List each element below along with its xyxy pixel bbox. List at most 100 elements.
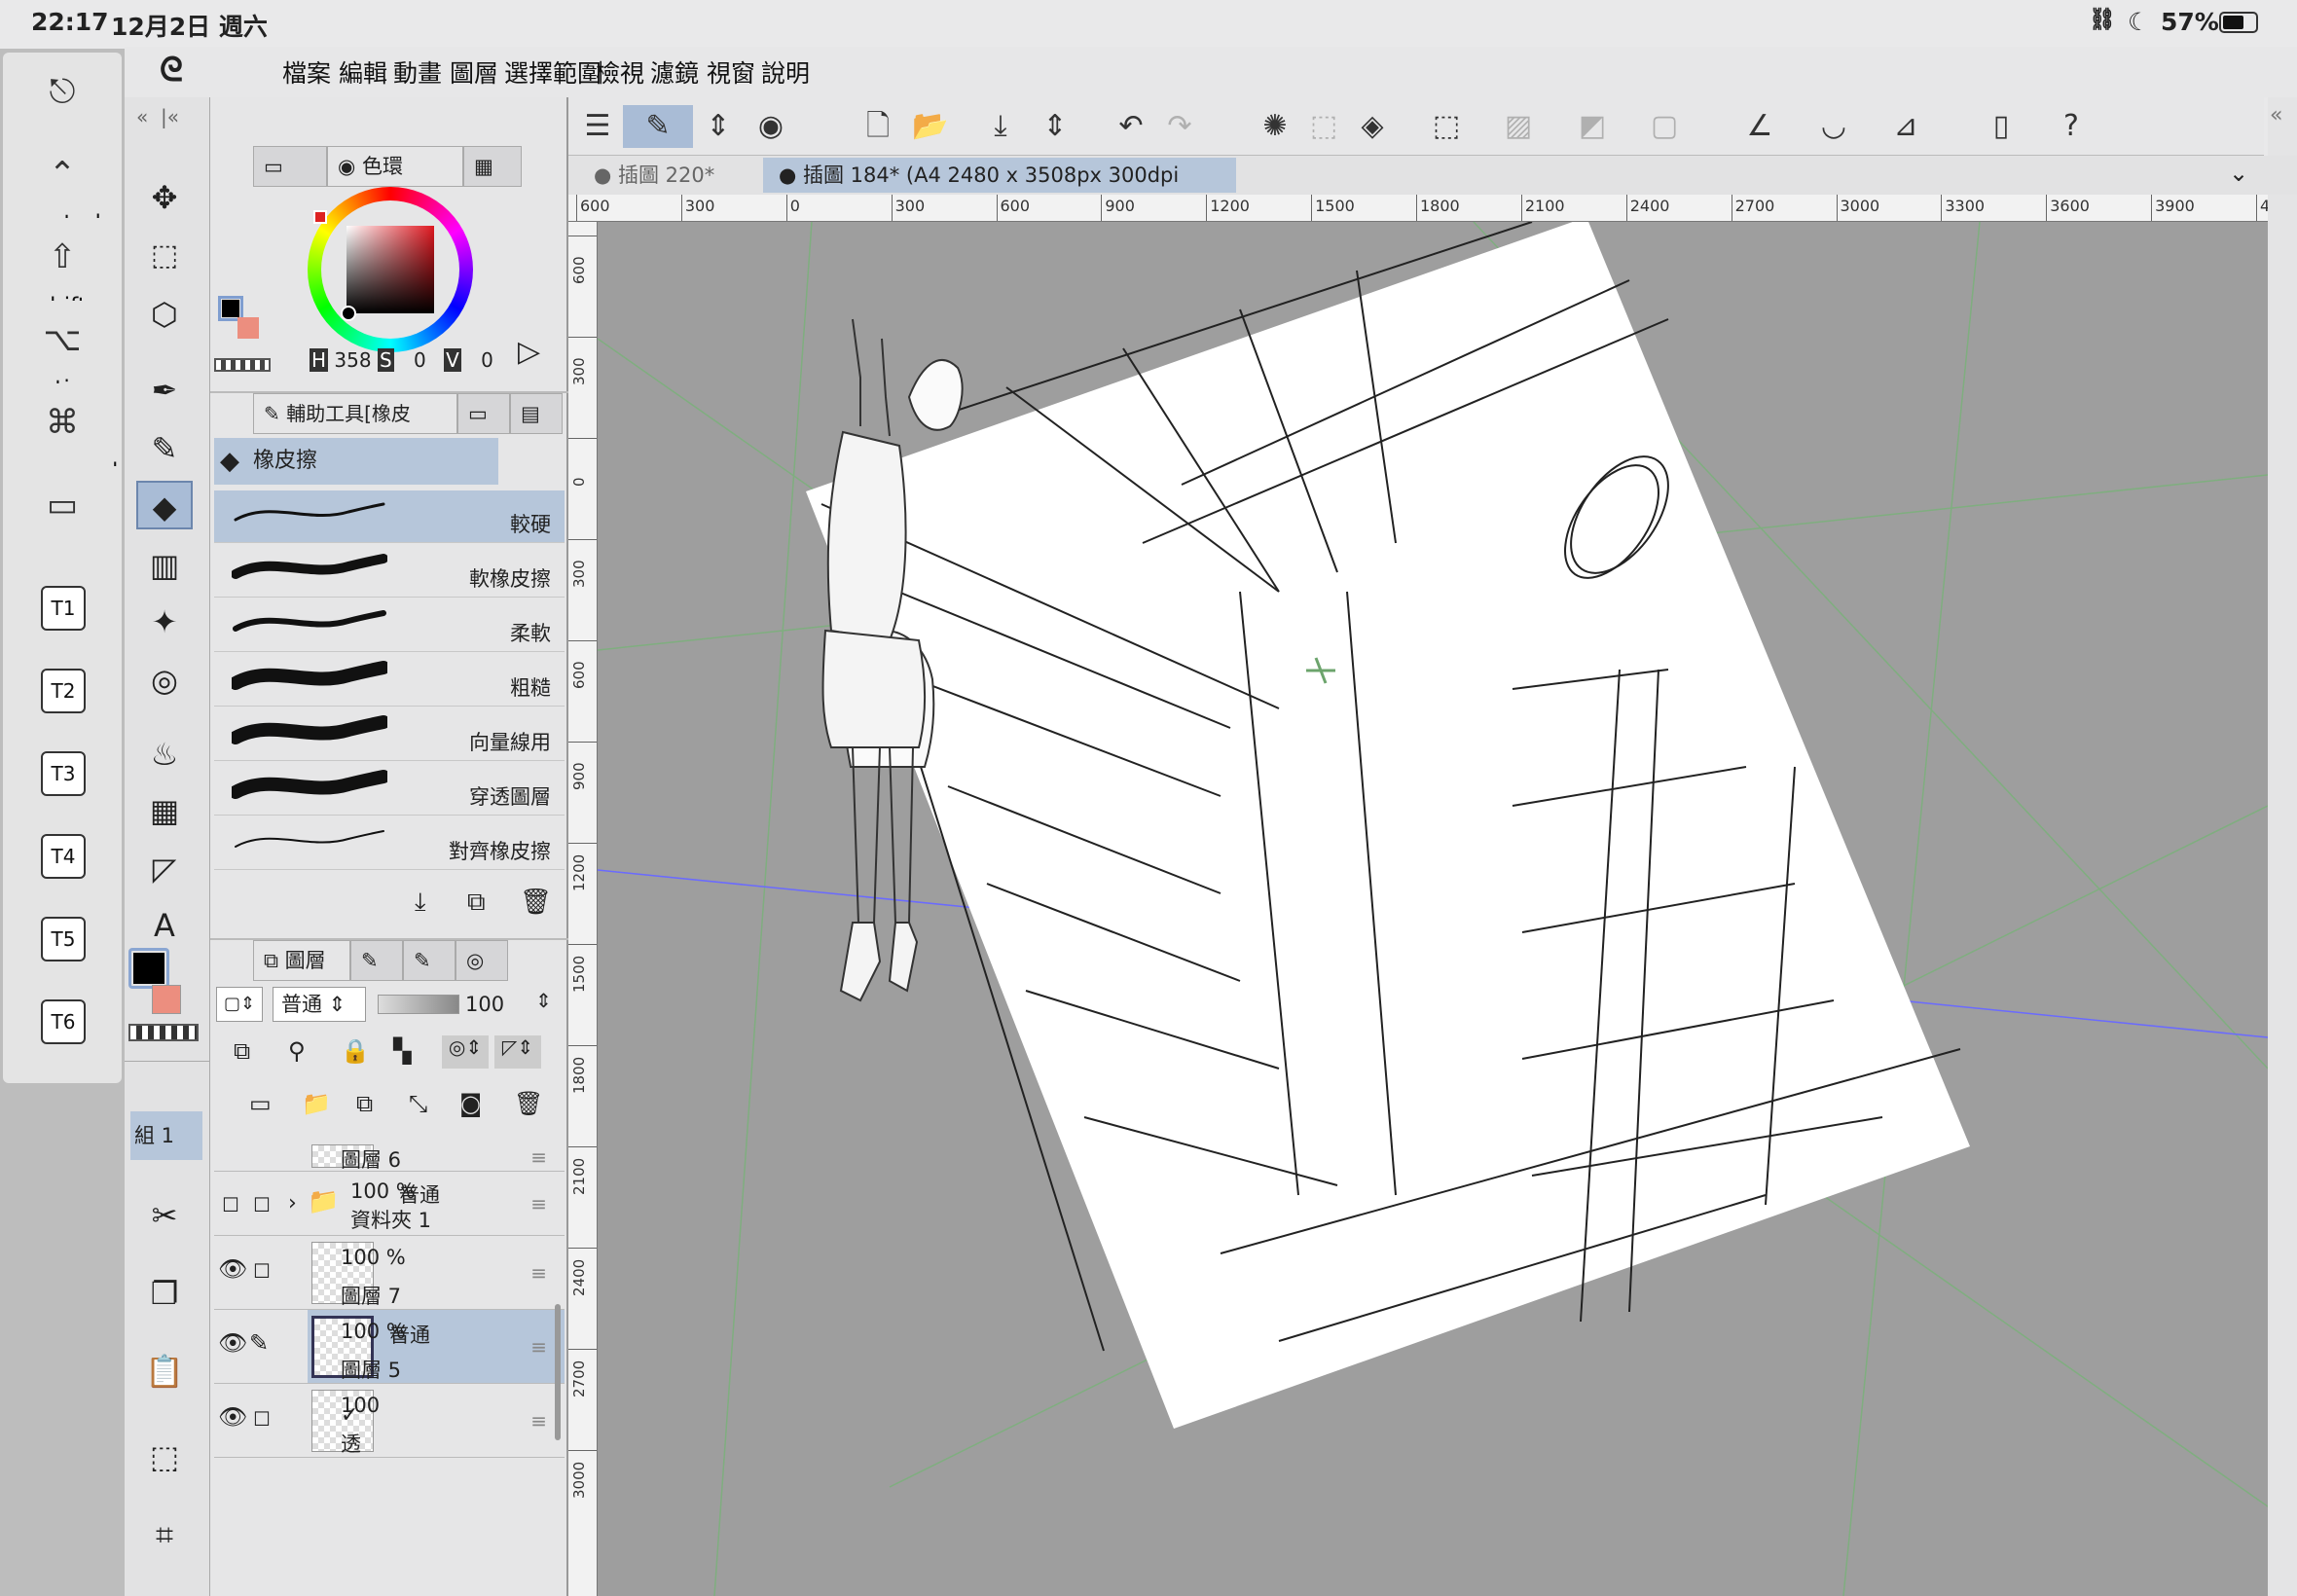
- menu-item-3[interactable]: 圖層: [450, 54, 498, 90]
- new-folder-icon[interactable]: 📁: [302, 1090, 331, 1117]
- menu-item-4[interactable]: 選擇範圍: [504, 54, 602, 90]
- layer-row[interactable]: ☐ ☐ › 📁 100 % 普通 資料夾 1 ≡: [214, 1172, 565, 1236]
- cut-icon[interactable]: ✂: [136, 1191, 193, 1240]
- layer-drag-handle-icon[interactable]: ≡: [530, 1335, 547, 1359]
- layer-lock-checkbox[interactable]: ☐: [253, 1259, 271, 1283]
- brush-item[interactable]: 粗糙: [214, 654, 565, 707]
- edit-mode-icon[interactable]: ✎: [623, 105, 693, 148]
- layer-scrollbar[interactable]: [555, 1304, 561, 1440]
- loading-spinner-icon[interactable]: ✺: [1252, 105, 1298, 148]
- panel-transparent-color[interactable]: [214, 358, 271, 372]
- fill-bucket-icon[interactable]: ◈: [1349, 105, 1396, 148]
- subtool-group-eraser[interactable]: ◆ 橡皮擦: [214, 438, 498, 485]
- doc-tab-2[interactable]: ● 插圖 184* (A4 2480 x 3508px 300dpi 34.2%…: [763, 158, 1236, 222]
- layer-drag-handle-icon[interactable]: ≡: [530, 1192, 547, 1215]
- lock-layer-icon[interactable]: 🔒: [341, 1037, 370, 1065]
- transfer-lower-icon[interactable]: ⧉: [356, 1090, 373, 1117]
- tab-color-set[interactable]: ▦: [463, 146, 522, 187]
- blend-tool-icon[interactable]: ♨: [136, 730, 193, 779]
- decoration-tool-icon[interactable]: ✦: [136, 598, 193, 646]
- menu-item-7[interactable]: 視窗: [707, 54, 755, 90]
- menu-item-8[interactable]: 說明: [761, 54, 810, 90]
- brush-item[interactable]: 向量線用: [214, 708, 565, 761]
- visibility-eye-icon[interactable]: 👁: [218, 1329, 247, 1357]
- companion-icon[interactable]: ◉: [747, 105, 794, 148]
- paste-icon[interactable]: 📋: [136, 1347, 193, 1396]
- ruler-tool-icon[interactable]: ◸: [136, 845, 193, 893]
- invert-selection-icon[interactable]: ◩: [1569, 105, 1616, 148]
- open-file-icon[interactable]: 📂: [907, 105, 954, 148]
- blend-mode-select[interactable]: 普通 ⇕: [273, 987, 366, 1022]
- color-play-icon[interactable]: ▷: [518, 335, 540, 369]
- layer-mask-icon[interactable]: ◙: [459, 1090, 482, 1117]
- layer-row[interactable]: 圖層 6 ≡: [214, 1143, 565, 1172]
- layer-drag-handle-icon[interactable]: ≡: [530, 1145, 547, 1169]
- new-raster-layer-icon[interactable]: ▭: [249, 1090, 272, 1117]
- show-selection-icon[interactable]: ▢: [1641, 105, 1688, 148]
- layer-color-select[interactable]: ▢⇕: [216, 987, 263, 1022]
- delete-layer-icon[interactable]: 🗑: [514, 1090, 543, 1117]
- menu-item-5[interactable]: 檢視: [596, 54, 644, 90]
- tabs-dropdown-icon[interactable]: ⌄: [2229, 160, 2248, 187]
- opacity-value[interactable]: 100: [465, 987, 504, 1022]
- save-icon[interactable]: ⤓: [977, 105, 1024, 148]
- marker-tool-icon[interactable]: ✎: [136, 424, 193, 473]
- device-settings-icon[interactable]: ▯: [1978, 105, 2024, 148]
- lock-transparency-icon[interactable]: ▚: [393, 1037, 411, 1065]
- eraser-tool-icon[interactable]: ◆: [136, 481, 193, 529]
- layer-drag-handle-icon[interactable]: ≡: [530, 1261, 547, 1285]
- opacity-slider[interactable]: [378, 995, 459, 1014]
- transform-command-icon[interactable]: ⬚: [1423, 105, 1470, 148]
- transform-icon[interactable]: ⬚: [136, 1433, 193, 1481]
- subtool-duplicate-icon[interactable]: ⧉: [467, 888, 486, 918]
- menu-item-1[interactable]: 編輯: [339, 54, 387, 90]
- panel-sub-color[interactable]: [237, 317, 259, 339]
- visibility-eye-icon[interactable]: 👁: [218, 1255, 247, 1283]
- canvas-drawing[interactable]: [598, 222, 2268, 1596]
- expand-right-icon[interactable]: «: [2270, 103, 2282, 127]
- tab-layer-property[interactable]: ✎: [350, 940, 403, 981]
- snap-special-ruler-icon[interactable]: ◡: [1810, 105, 1857, 148]
- snap-grid-icon[interactable]: ⊿: [1882, 105, 1929, 148]
- tab-color-slider[interactable]: ▭: [253, 146, 327, 187]
- menu-item-0[interactable]: 檔案: [282, 54, 331, 90]
- help-icon[interactable]: ?: [2048, 105, 2095, 148]
- key-t6[interactable]: T6: [3, 962, 122, 1083]
- opacity-stepper-icon[interactable]: ⇕: [535, 989, 552, 1012]
- save-stepper-icon[interactable]: ⇕: [1032, 105, 1078, 148]
- layer-drag-handle-icon[interactable]: ≡: [530, 1409, 547, 1433]
- tab-color-wheel[interactable]: ◉ 色環: [327, 146, 463, 187]
- tab-layer[interactable]: ⧉ 圖層: [253, 940, 350, 981]
- text-tool-icon[interactable]: A: [136, 901, 193, 950]
- snap-ruler-icon[interactable]: ∠: [1736, 105, 1783, 148]
- object-tool-icon[interactable]: ⬡: [136, 290, 193, 339]
- canvas-area[interactable]: [598, 222, 2268, 1596]
- clip-layer-icon[interactable]: ⧉: [234, 1037, 250, 1065]
- brush-item[interactable]: 較硬: [214, 490, 565, 543]
- menu-item-6[interactable]: 濾鏡: [650, 54, 699, 90]
- tab-subtool[interactable]: ✎ 輔助工具[橡皮: [253, 393, 457, 434]
- transparent-color-swatch[interactable]: [128, 1024, 199, 1041]
- mask-enable-icon[interactable]: ◎⇕: [442, 1035, 489, 1069]
- hamburger-menu-icon[interactable]: ☰: [574, 105, 621, 148]
- visibility-eye-icon[interactable]: 👁: [218, 1403, 247, 1431]
- layer-row[interactable]: 👁 ☐ 100 % 圖層 7 ≡: [214, 1236, 565, 1310]
- brush-item[interactable]: 對齊橡皮擦: [214, 817, 565, 870]
- mesh-tool-icon[interactable]: ◎: [136, 656, 193, 705]
- subtool-delete-icon[interactable]: 🗑: [520, 888, 552, 917]
- saturation-value-square[interactable]: [346, 226, 434, 313]
- tab-layer-search[interactable]: ✎: [403, 940, 456, 981]
- layer-lock-checkbox[interactable]: ☐: [253, 1193, 271, 1216]
- hue-marker[interactable]: [313, 210, 327, 224]
- doc-tab-1[interactable]: ● 插圖 220*: [578, 158, 744, 193]
- select-all-icon[interactable]: ⬚: [1300, 105, 1347, 148]
- menu-item-2[interactable]: 動畫: [393, 54, 442, 90]
- mode-stepper-icon[interactable]: ⇕: [695, 105, 742, 148]
- selection-tool-icon[interactable]: ⬚: [136, 232, 193, 280]
- fill-tool-icon[interactable]: ▥: [136, 541, 193, 590]
- new-file-icon[interactable]: 🗋: [855, 105, 901, 148]
- reference-layer-icon[interactable]: ⚲: [288, 1037, 306, 1065]
- command-group-label[interactable]: 組 1: [130, 1111, 202, 1160]
- ruler-enable-icon[interactable]: ◸⇕: [494, 1035, 541, 1069]
- color-wheel[interactable]: [308, 187, 473, 352]
